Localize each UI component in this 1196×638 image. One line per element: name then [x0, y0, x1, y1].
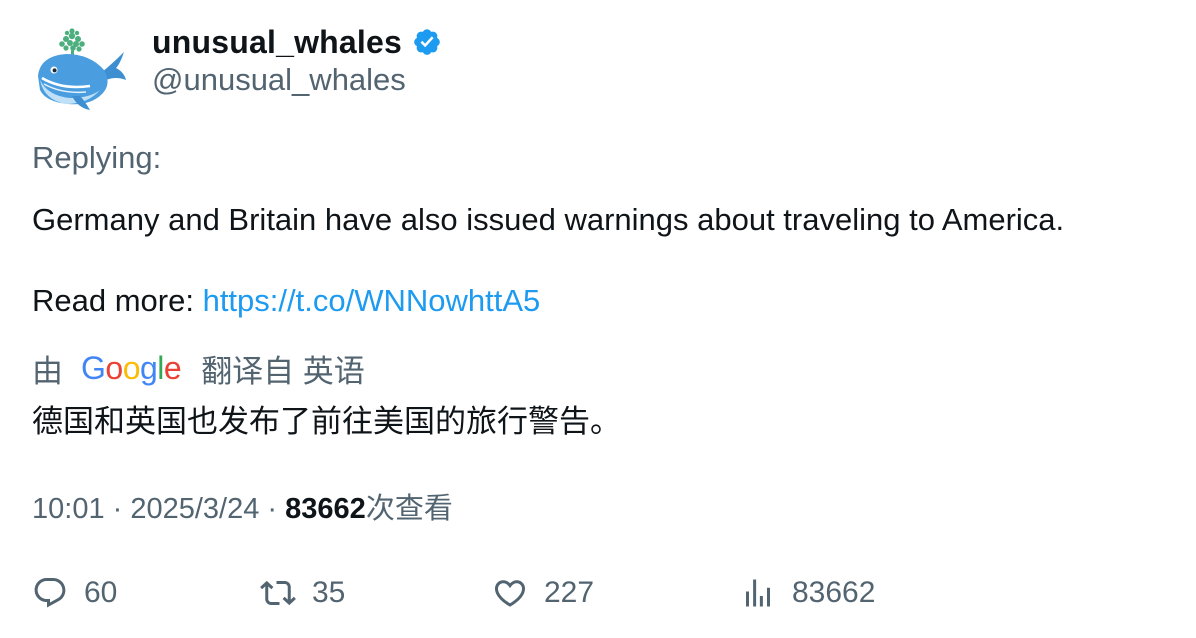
views-label: 次查看 — [365, 493, 453, 525]
tweet-card: unusual_whales @unusual_whales Replying:… — [0, 0, 1196, 638]
translated-from-label[interactable]: 翻译自 英语 — [201, 346, 365, 391]
author-name-row: unusual_whales — [152, 22, 442, 62]
translated-by-label: 由 — [32, 353, 63, 389]
tweet-date[interactable]: 2025/3/24 — [130, 493, 259, 525]
replying-label: Replying: — [32, 140, 162, 175]
reply-button[interactable]: 60 — [32, 568, 117, 618]
tweet-time[interactable]: 10:01 — [32, 493, 105, 525]
meta-separator: · — [104, 493, 131, 525]
reply-icon — [34, 578, 66, 608]
meta-separator: · — [259, 493, 286, 525]
google-logo: Google — [81, 349, 182, 386]
retweet-icon — [260, 580, 296, 606]
author-display-name[interactable]: unusual_whales — [152, 24, 402, 61]
views-action-count: 83662 — [792, 576, 876, 609]
heart-icon — [494, 580, 526, 607]
tweet-meta: 10:01 · 2025/3/24 · 83662次查看 — [32, 485, 453, 527]
retweet-count: 35 — [312, 576, 346, 609]
translation-attribution: 由 Google 翻译自 英语 — [32, 346, 365, 390]
avatar[interactable] — [32, 24, 128, 112]
views-chart-icon — [746, 579, 770, 607]
retweet-button[interactable]: 35 — [260, 568, 345, 618]
reply-count: 60 — [84, 576, 118, 609]
read-more-label: Read more: — [32, 283, 203, 318]
read-more-line: Read more: https://t.co/WNNowhttA5 — [32, 283, 540, 319]
like-count: 227 — [544, 576, 595, 609]
tweet-text: Germany and Britain have also issued war… — [32, 202, 1065, 237]
translated-text: 德国和英国也发布了前往美国的旅行警告。 — [32, 404, 621, 439]
read-more-link[interactable]: https://t.co/WNNowhttA5 — [203, 283, 541, 318]
author-handle[interactable]: @unusual_whales — [152, 62, 406, 98]
verified-badge-icon — [414, 29, 440, 55]
like-button[interactable]: 227 — [492, 568, 594, 618]
action-bar: 60 35 227 83662 — [32, 568, 1162, 618]
views-button[interactable]: 83662 — [740, 568, 875, 618]
whale-icon — [38, 28, 126, 110]
views-count: 83662 — [285, 493, 366, 525]
